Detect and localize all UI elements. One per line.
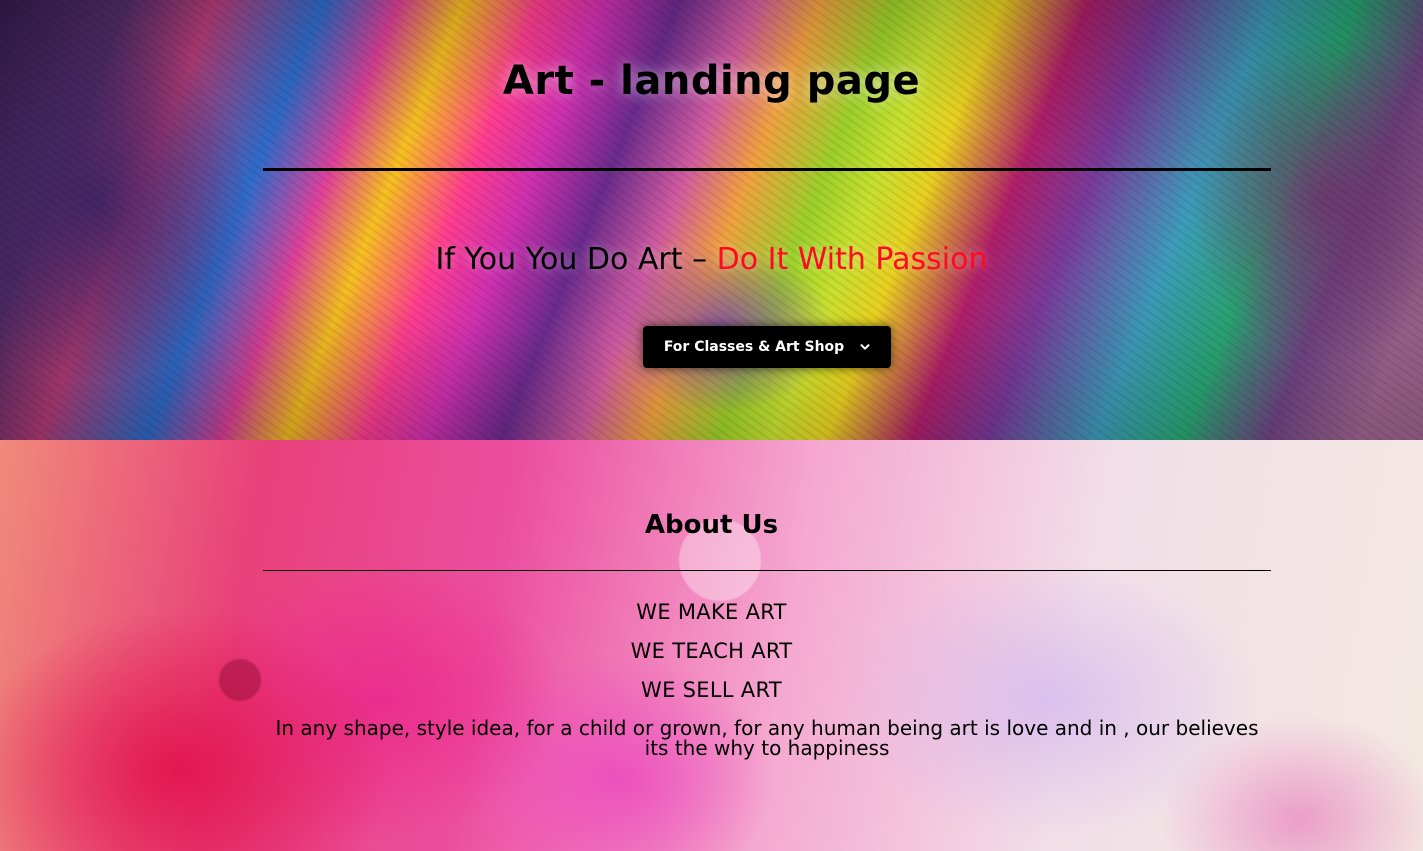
- hero-section: Art - landing page If You You Do Art – D…: [0, 0, 1423, 440]
- about-divider: [263, 570, 1271, 571]
- tagline-prefix: If You You Do Art –: [435, 242, 717, 277]
- about-section: About Us WE MAKE ART WE TEACH ART WE SEL…: [0, 440, 1423, 851]
- tagline-accent: Do It With Passion: [716, 242, 988, 277]
- classes-shop-dropdown-button[interactable]: For Classes & Art Shop: [643, 326, 891, 368]
- about-line-sell: WE SELL ART: [641, 678, 782, 702]
- chevron-down-icon: [860, 342, 870, 352]
- cta-label: For Classes & Art Shop: [663, 339, 845, 355]
- about-description: In any shape, style idea, for a child or…: [275, 716, 1259, 760]
- about-line-make: WE MAKE ART: [636, 600, 787, 624]
- hero-tagline: If You You Do Art – Do It With Passion: [0, 242, 1423, 277]
- hero-divider: [263, 168, 1271, 171]
- about-title: About Us: [644, 510, 779, 540]
- about-line-teach: WE TEACH ART: [630, 639, 793, 663]
- page-title: Art - landing page: [502, 58, 921, 104]
